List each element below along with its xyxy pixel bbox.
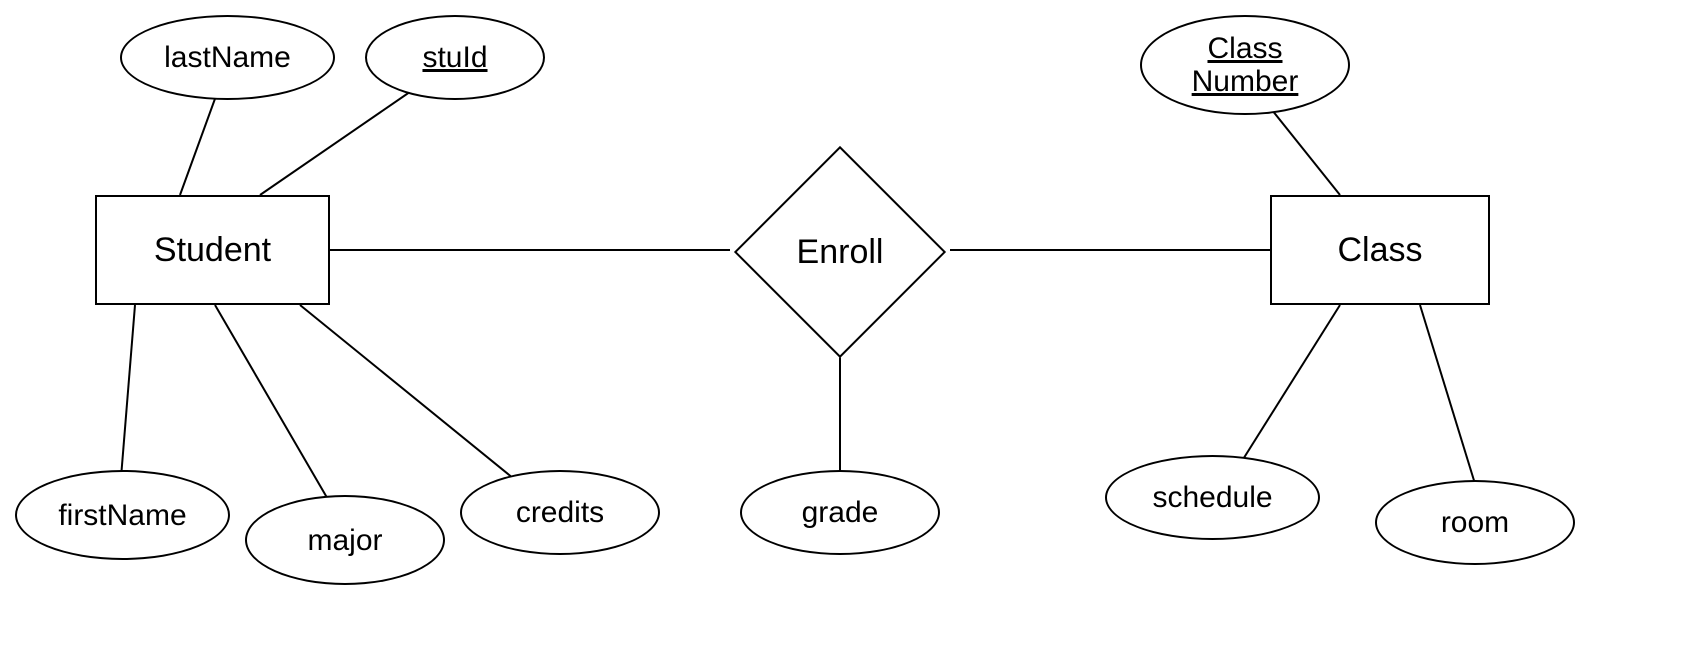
- attribute-grade: grade: [740, 470, 940, 555]
- attribute-classnumber: Class Number: [1140, 15, 1350, 115]
- attribute-lastname-label: lastName: [164, 41, 291, 74]
- attribute-firstname-label: firstName: [58, 499, 186, 532]
- attribute-stuid: stuId: [365, 15, 545, 100]
- entity-class: Class: [1270, 195, 1490, 305]
- attribute-schedule: schedule: [1105, 455, 1320, 540]
- relationship-enroll-label: Enroll: [797, 233, 884, 272]
- entity-class-label: Class: [1337, 231, 1422, 270]
- attribute-classnumber-label2: Number: [1192, 65, 1299, 98]
- attribute-credits-label: credits: [516, 496, 604, 529]
- attribute-firstname: firstName: [15, 470, 230, 560]
- relationship-enroll: Enroll: [765, 177, 915, 327]
- attribute-room-label: room: [1441, 506, 1509, 539]
- attribute-stuid-label: stuId: [422, 41, 487, 74]
- attribute-schedule-label: schedule: [1152, 481, 1272, 514]
- entity-student-label: Student: [154, 231, 271, 270]
- attribute-major: major: [245, 495, 445, 585]
- entity-student: Student: [95, 195, 330, 305]
- attribute-major-label: major: [307, 524, 382, 557]
- attribute-room: room: [1375, 480, 1575, 565]
- attribute-classnumber-label1: Class: [1207, 32, 1282, 65]
- attribute-lastname: lastName: [120, 15, 335, 100]
- attribute-grade-label: grade: [802, 496, 879, 529]
- attribute-credits: credits: [460, 470, 660, 555]
